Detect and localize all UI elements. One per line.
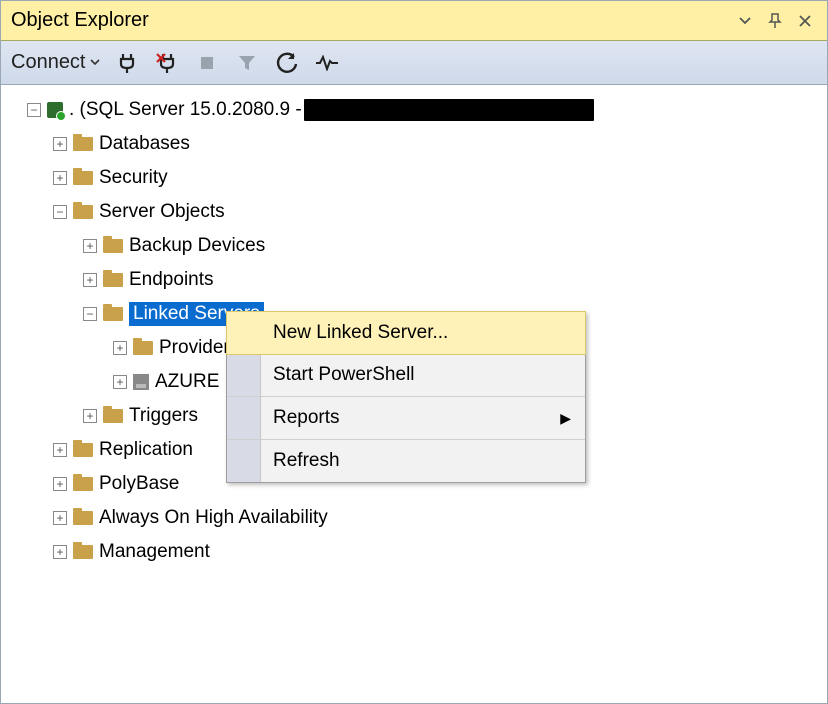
node-label: Always On High Availability — [99, 507, 328, 529]
expander-icon[interactable]: + — [113, 341, 127, 355]
connect-label: Connect — [11, 51, 86, 74]
menu-item-new-linked-server[interactable]: New Linked Server... — [226, 311, 586, 355]
expander-icon[interactable]: + — [83, 409, 97, 423]
tree-node-endpoints[interactable]: + Endpoints — [7, 263, 821, 297]
expander-icon[interactable]: − — [27, 103, 41, 117]
folder-icon — [103, 409, 123, 423]
menu-item-reports[interactable]: Reports ▶ — [227, 397, 585, 440]
node-label: Management — [99, 541, 210, 563]
menu-item-label: Refresh — [273, 450, 340, 472]
stop-icon[interactable] — [194, 50, 220, 76]
tree-node-server-objects[interactable]: − Server Objects — [7, 195, 821, 229]
refresh-icon[interactable] — [274, 50, 300, 76]
menu-item-label: Reports — [273, 407, 340, 429]
folder-icon — [103, 239, 123, 253]
expander-icon[interactable]: + — [83, 239, 97, 253]
disconnect-plug-icon[interactable] — [154, 50, 180, 76]
linked-server-icon — [133, 374, 149, 390]
expander-icon[interactable]: + — [53, 443, 67, 457]
expander-icon[interactable]: + — [53, 545, 67, 559]
expander-icon[interactable]: + — [53, 171, 67, 185]
connect-button[interactable]: Connect — [11, 51, 100, 74]
chevron-right-icon: ▶ — [560, 410, 571, 427]
node-label: Backup Devices — [129, 235, 265, 257]
expander-icon[interactable]: − — [83, 307, 97, 321]
folder-icon — [103, 307, 123, 321]
connect-plug-icon[interactable] — [114, 50, 140, 76]
expander-icon[interactable]: − — [53, 205, 67, 219]
folder-icon — [73, 171, 93, 185]
tree-node-management[interactable]: + Management — [7, 535, 821, 569]
expander-icon[interactable]: + — [113, 375, 127, 389]
node-label: AZURE — [155, 371, 219, 393]
node-label: Replication — [99, 439, 193, 461]
menu-item-label: New Linked Server... — [273, 322, 448, 344]
filter-icon[interactable] — [234, 50, 260, 76]
server-icon — [47, 102, 63, 118]
expander-icon[interactable]: + — [53, 511, 67, 525]
object-explorer-panel: Object Explorer Connect — [0, 0, 828, 704]
toolbar: Connect — [1, 41, 827, 85]
node-label: Security — [99, 167, 168, 189]
root-label: . (SQL Server 15.0.2080.9 - — [69, 99, 302, 121]
folder-icon — [73, 477, 93, 491]
menu-item-refresh[interactable]: Refresh — [227, 440, 585, 482]
folder-icon — [73, 511, 93, 525]
node-label: Endpoints — [129, 269, 214, 291]
dropdown-icon[interactable] — [733, 9, 757, 33]
folder-icon — [73, 443, 93, 457]
tree-root[interactable]: − . (SQL Server 15.0.2080.9 - — [7, 93, 821, 127]
expander-icon[interactable]: + — [53, 477, 67, 491]
panel-title: Object Explorer — [11, 9, 727, 32]
node-label: Triggers — [129, 405, 198, 427]
expander-icon[interactable]: + — [83, 273, 97, 287]
folder-icon — [73, 205, 93, 219]
close-icon[interactable] — [793, 9, 817, 33]
panel-title-bar: Object Explorer — [1, 1, 827, 41]
tree-node-databases[interactable]: + Databases — [7, 127, 821, 161]
folder-icon — [73, 137, 93, 151]
node-label: Server Objects — [99, 201, 225, 223]
node-label: Databases — [99, 133, 190, 155]
activity-icon[interactable] — [314, 50, 340, 76]
pin-icon[interactable] — [763, 9, 787, 33]
tree-node-security[interactable]: + Security — [7, 161, 821, 195]
expander-icon[interactable]: + — [53, 137, 67, 151]
context-menu: New Linked Server... Start PowerShell Re… — [226, 311, 586, 483]
folder-icon — [133, 341, 153, 355]
menu-item-start-powershell[interactable]: Start PowerShell — [227, 354, 585, 397]
node-label: PolyBase — [99, 473, 179, 495]
tree-node-backup-devices[interactable]: + Backup Devices — [7, 229, 821, 263]
folder-icon — [73, 545, 93, 559]
tree-node-always-on[interactable]: + Always On High Availability — [7, 501, 821, 535]
menu-item-label: Start PowerShell — [273, 364, 415, 386]
folder-icon — [103, 273, 123, 287]
redacted-principal — [304, 99, 594, 121]
